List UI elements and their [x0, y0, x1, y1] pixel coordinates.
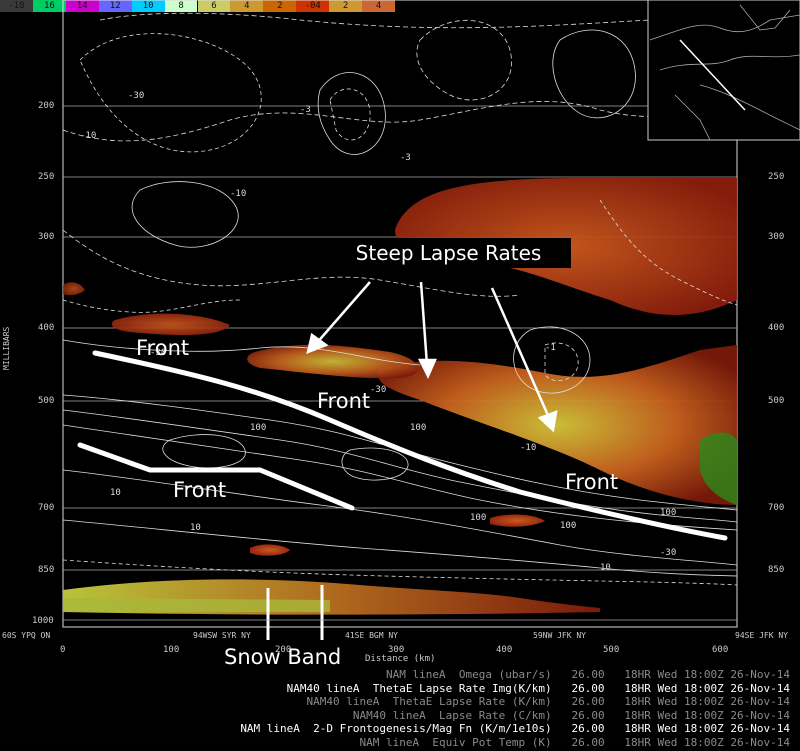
x-tick-label: 600 — [712, 645, 729, 655]
station-label: 59NW JFK NY — [533, 631, 586, 640]
y-tick-label: 500 — [38, 396, 55, 406]
x-axis-title: Distance (km) — [365, 654, 436, 664]
svg-text:10: 10 — [190, 523, 201, 533]
legend-row: NAM40 lineA ThetaE Lapse Rate Img(K/km) … — [286, 681, 790, 695]
y-tick-label-right: 400 — [768, 323, 785, 333]
svg-text:-3: -3 — [400, 153, 411, 163]
x-tick-label: 0 — [60, 645, 66, 655]
front-label: Front — [136, 336, 190, 360]
svg-text:100: 100 — [470, 513, 486, 523]
station-label: 94WSW SYR NY — [193, 631, 251, 640]
station-label: 94SE JFK NY — [735, 631, 788, 640]
legend-row: NAM40 lineA ThetaE Lapse Rate (K/km) 26.… — [306, 695, 790, 708]
svg-text:-10: -10 — [80, 131, 96, 141]
y-tick-label: 850 — [38, 565, 55, 575]
legend-row: NAM lineA Omega (ubar/s) 26.00 18HR Wed … — [386, 668, 790, 681]
y-tick-label: 250 — [38, 172, 55, 182]
y-tick-label-right: 500 — [768, 396, 785, 406]
station-label: 41SE BGM NY — [345, 631, 398, 640]
y-tick-label: 1000 — [32, 616, 54, 626]
svg-text:-30: -30 — [128, 91, 144, 101]
svg-text:100: 100 — [410, 423, 426, 433]
snow-band-label: Snow Band — [224, 645, 342, 669]
svg-text:-30: -30 — [660, 548, 676, 558]
cross-section-plot: -30 -3 -10 -10 -3 -1 -30 100 100 100 100 10 10 -3… — [62, 0, 800, 640]
svg-text:100: 100 — [560, 521, 576, 531]
legend-row: NAM lineA Equiv Pot Temp (K) 26.00 18HR … — [359, 735, 790, 749]
svg-text:-10: -10 — [230, 189, 246, 199]
svg-text:100: 100 — [250, 423, 266, 433]
front-label: Front — [173, 478, 227, 502]
y-tick-label-right: 300 — [768, 232, 785, 242]
front-label: Front — [565, 470, 619, 494]
y-tick-label: 700 — [38, 503, 55, 513]
legend-row: NAM lineA 2-D Frontogenesis/Mag Fn (K/m/… — [240, 722, 790, 735]
front-label: Front — [317, 389, 371, 413]
legend-row: NAM40 lineA Lapse Rate (C/km) 26.00 18HR… — [352, 708, 790, 722]
y-tick-label-right: 250 — [768, 172, 785, 182]
x-tick-label: 400 — [496, 645, 513, 655]
svg-text:10: 10 — [110, 488, 121, 498]
station-label: 60S YPQ ON — [2, 631, 51, 640]
steep-lapse-rates-label: Steep Lapse Rates — [326, 238, 571, 268]
plot-frame — [62, 0, 738, 628]
svg-text:-30: -30 — [370, 385, 386, 395]
x-tick-label: 100 — [163, 645, 180, 655]
y-tick-label: 400 — [38, 323, 55, 333]
data-legend: NAM lineA Omega (ubar/s) 26.00 18HR Wed … — [150, 668, 800, 749]
y-axis-title: MILLIBARS — [2, 326, 11, 370]
svg-text:-3: -3 — [300, 105, 311, 115]
map-inset — [647, 0, 800, 141]
y-tick-label-right: 850 — [768, 565, 785, 575]
svg-text:100: 100 — [660, 508, 676, 518]
svg-text:10: 10 — [600, 563, 611, 573]
y-tick-label-right: 700 — [768, 503, 785, 513]
svg-text:-1: -1 — [545, 343, 556, 353]
y-tick-label: 200 — [38, 101, 55, 111]
svg-text:-10: -10 — [520, 443, 536, 453]
x-tick-label: 500 — [603, 645, 620, 655]
y-tick-label: 300 — [38, 232, 55, 242]
